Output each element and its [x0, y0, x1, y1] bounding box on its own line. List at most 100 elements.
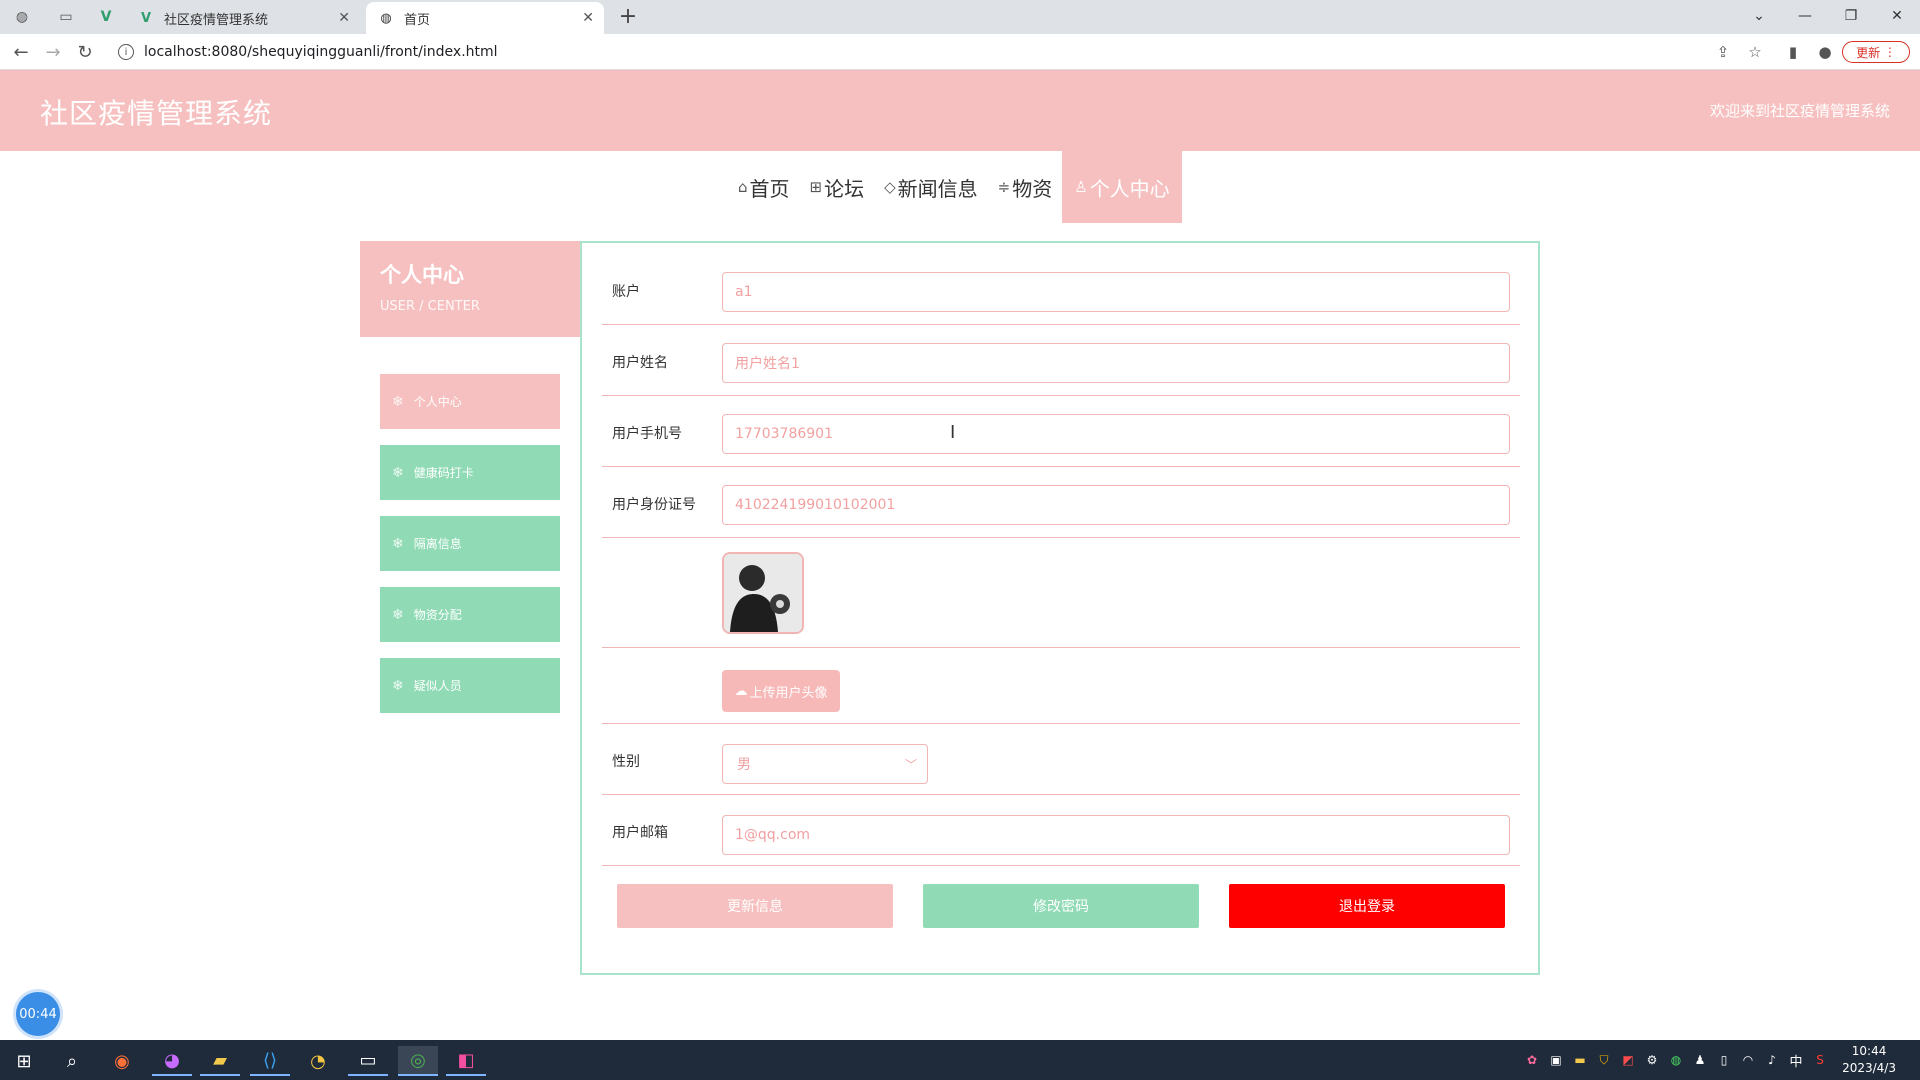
- user-icon: ♙: [1074, 178, 1088, 196]
- tray-wechat-icon[interactable]: ◍: [1666, 1050, 1686, 1070]
- tray-app-icon[interactable]: ◩: [1618, 1050, 1638, 1070]
- back-icon[interactable]: ←: [8, 40, 34, 64]
- form-row-account: 账户 a1: [602, 243, 1520, 325]
- sidebar-menu: ❄ 个人中心 ❄ 健康码打卡 ❄ 隔离信息 ❄ 物资分配 ❄ 疑似人员: [380, 374, 560, 729]
- timer-badge[interactable]: 00:44: [16, 992, 60, 1036]
- nav-home[interactable]: ⌂ 首页: [728, 151, 800, 223]
- update-info-button[interactable]: 更新信息: [617, 884, 893, 928]
- share-icon[interactable]: ⇪: [1712, 42, 1734, 62]
- tray-volume-icon[interactable]: ♪: [1762, 1050, 1782, 1070]
- globe-icon[interactable]: ◍: [8, 4, 36, 30]
- tray-flower-icon[interactable]: ✿: [1522, 1050, 1542, 1070]
- vscode-icon[interactable]: ⟨⟩: [250, 1046, 290, 1076]
- name-label: 用户姓名: [612, 355, 668, 371]
- timer-text: 00:44: [19, 1006, 57, 1022]
- site-header: 社区疫情管理系统 欢迎来到社区疫情管理系统: [0, 70, 1920, 151]
- tray-sogou-icon[interactable]: S: [1810, 1050, 1830, 1070]
- tab-search-icon[interactable]: ⌄: [1736, 2, 1782, 30]
- name-input[interactable]: 用户姓名1: [722, 343, 1510, 383]
- terminal-icon[interactable]: ▭: [348, 1046, 388, 1076]
- intellij-icon[interactable]: ◧: [446, 1046, 486, 1076]
- close-window-button[interactable]: ✕: [1874, 2, 1920, 30]
- chick-app-icon[interactable]: ◔: [298, 1046, 338, 1076]
- form-row-name: 用户姓名 用户姓名1: [602, 325, 1520, 396]
- tab-title: 社区疫情管理系统: [164, 12, 269, 28]
- forward-icon[interactable]: →: [40, 40, 66, 64]
- tray-ime-indicator[interactable]: 中: [1786, 1050, 1806, 1070]
- clock-time: 10:44: [1851, 1044, 1887, 1058]
- idcard-input[interactable]: 410224199010102001: [722, 485, 1510, 525]
- change-password-label: 修改密码: [1033, 899, 1089, 915]
- firefox-icon[interactable]: ◉: [102, 1046, 142, 1076]
- sidebar-item-quarantine[interactable]: ❄ 隔离信息: [380, 516, 560, 571]
- email-label: 用户邮箱: [612, 825, 668, 841]
- change-password-button[interactable]: 修改密码: [923, 884, 1199, 928]
- sidebar-item-user-center[interactable]: ❄ 个人中心: [380, 374, 560, 429]
- tray-qq-icon[interactable]: ♟: [1690, 1050, 1710, 1070]
- avatar[interactable]: [722, 552, 804, 634]
- tray-shield-icon[interactable]: ⛉: [1594, 1050, 1614, 1070]
- chrome-icon[interactable]: ◎: [398, 1046, 438, 1076]
- snowflake-icon: ❄: [392, 677, 404, 694]
- close-icon[interactable]: ✕: [582, 10, 594, 26]
- tray-wifi-icon[interactable]: ◠: [1738, 1050, 1758, 1070]
- ime-label: 中: [1789, 1054, 1803, 1070]
- nav-user-center[interactable]: ♙ 个人中心: [1062, 151, 1182, 223]
- clock-date: 2023/4/3: [1842, 1061, 1896, 1075]
- profile-icon[interactable]: ●: [1814, 42, 1836, 62]
- system-clock[interactable]: 10:44 2023/4/3: [1842, 1043, 1896, 1077]
- gender-select[interactable]: 男 ﹀: [722, 744, 928, 784]
- sidebar-item-supplies[interactable]: ❄ 物资分配: [380, 587, 560, 642]
- nav-news[interactable]: ◇ 新闻信息: [874, 151, 988, 223]
- info-icon[interactable]: i: [118, 44, 134, 60]
- nav-forum[interactable]: ⊞ 论坛: [800, 151, 875, 223]
- sidebar-title: 个人中心: [380, 263, 464, 287]
- tray-ide-icon[interactable]: ▣: [1546, 1050, 1566, 1070]
- form-row-idcard: 用户身份证号 410224199010102001: [602, 467, 1520, 538]
- assistant-app-icon[interactable]: ◕: [152, 1046, 192, 1076]
- new-tab-button[interactable]: +: [614, 4, 642, 29]
- reload-icon[interactable]: ↻: [72, 40, 98, 64]
- nav-supplies[interactable]: ≑ 物资: [988, 151, 1063, 223]
- upload-label: 上传用户头像: [749, 685, 828, 701]
- email-input[interactable]: 1@qq.com: [722, 815, 1510, 855]
- vue-tab-icon[interactable]: V: [92, 4, 120, 30]
- minimize-button[interactable]: —: [1782, 2, 1828, 30]
- browser-tab-strip: ◍ ▭ V V 社区疫情管理系统 ✕ ◍ 首页 ✕ + ⌄ — ❐ ✕: [0, 0, 1920, 34]
- address-bar: ← → ↻ i localhost:8080/shequyiqingguanli…: [0, 34, 1920, 70]
- snowflake-icon: ❄: [392, 464, 404, 481]
- file-explorer-icon[interactable]: ▰: [200, 1046, 240, 1076]
- tab-home[interactable]: ◍ 首页 ✕: [366, 2, 604, 34]
- tab-system[interactable]: V 社区疫情管理系统 ✕: [126, 2, 360, 34]
- account-value: a1: [735, 284, 753, 300]
- update-button[interactable]: 更新 ⋮: [1842, 41, 1910, 63]
- logout-label: 退出登录: [1339, 899, 1395, 915]
- close-icon[interactable]: ✕: [338, 10, 350, 26]
- phone-value: 17703786901: [735, 426, 833, 442]
- tray-battery-icon[interactable]: ▯: [1714, 1050, 1734, 1070]
- sidebar-item-label: 个人中心: [413, 395, 462, 409]
- star-icon[interactable]: ☆: [1744, 42, 1766, 62]
- tray-folder-icon[interactable]: ▬: [1570, 1050, 1590, 1070]
- phone-input[interactable]: 17703786901: [722, 414, 1510, 454]
- sliders-icon: ≑: [997, 178, 1011, 196]
- tray-settings-icon[interactable]: ⚙: [1642, 1050, 1662, 1070]
- taskbar: ⊞ ⌕ ◉ ◕ ▰ ⟨⟩ ◔ ▭ ◎ ◧ ✿ ▣ ▬ ⛉ ◩ ⚙ ◍ ♟ ▯ ◠…: [0, 1040, 1920, 1080]
- sidebar-header: 个人中心 USER / CENTER: [360, 241, 580, 337]
- sidepanel-icon[interactable]: ▮: [1782, 42, 1804, 62]
- search-icon[interactable]: ⌕: [52, 1046, 92, 1076]
- windows-start-icon[interactable]: ⊞: [4, 1046, 44, 1076]
- url-text: localhost:8080/shequyiqingguanli/front/i…: [144, 44, 498, 60]
- account-label: 账户: [612, 284, 640, 300]
- blank-tab-icon[interactable]: ▭: [52, 4, 80, 30]
- url-field[interactable]: i localhost:8080/shequyiqingguanli/front…: [110, 38, 1770, 66]
- sidebar-item-label: 疑似人员: [413, 679, 462, 693]
- logout-button[interactable]: 退出登录: [1229, 884, 1505, 928]
- restore-button[interactable]: ❐: [1828, 2, 1874, 30]
- sidebar-item-suspected[interactable]: ❄ 疑似人员: [380, 658, 560, 713]
- upload-avatar-button[interactable]: ☁ 上传用户头像: [722, 670, 840, 712]
- account-input[interactable]: a1: [722, 272, 1510, 312]
- nav-label: 物资: [1012, 176, 1053, 201]
- sidebar-item-health-checkin[interactable]: ❄ 健康码打卡: [380, 445, 560, 500]
- nav-label: 个人中心: [1089, 176, 1170, 201]
